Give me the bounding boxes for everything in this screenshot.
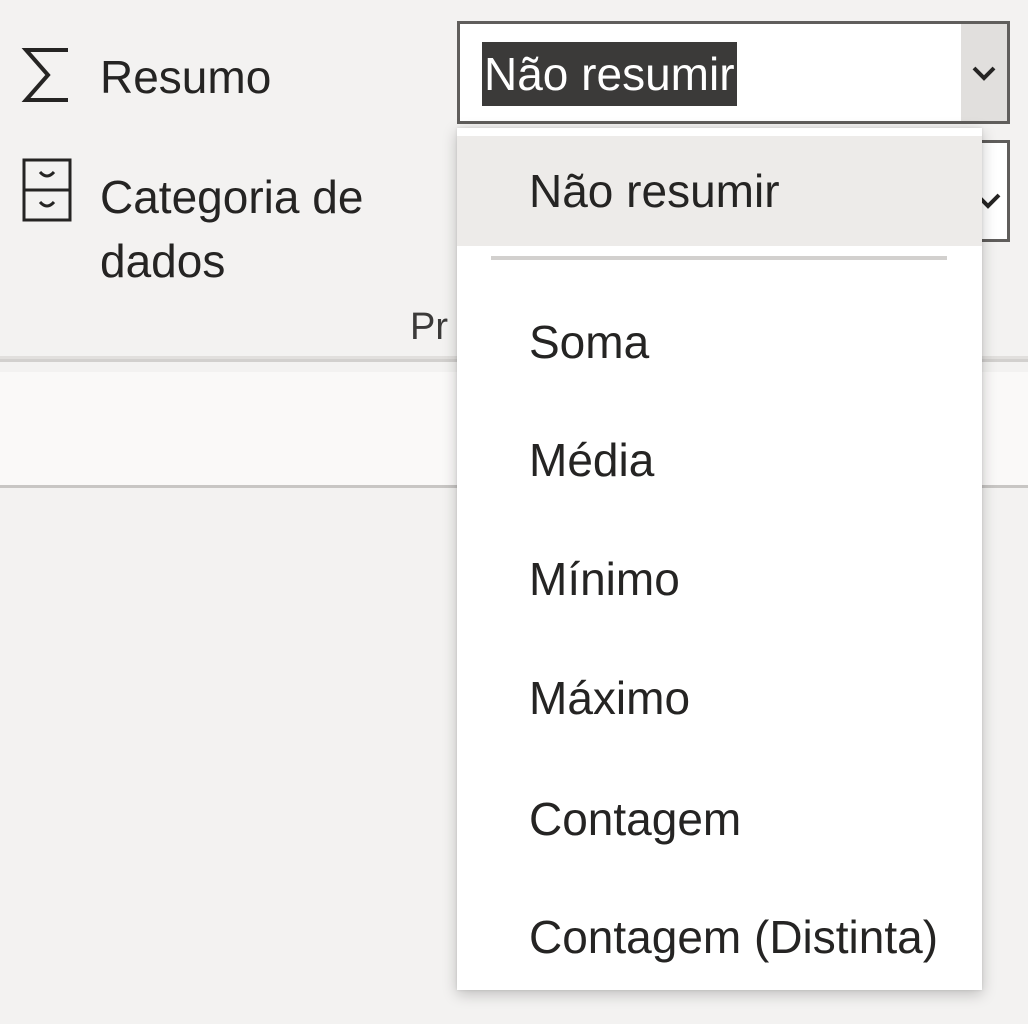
summarization-options-list: Não resumir Soma Média Mínimo Máximo Con… [457,128,982,990]
drawer-icon [22,158,72,222]
chevron-down-icon [972,66,996,81]
summarization-label: Resumo [100,51,272,103]
option-contagem-distinta[interactable]: Contagem (Distinta) [457,882,982,992]
properties-group-label: Pr [410,306,448,348]
option-maximo[interactable]: Máximo [457,643,982,753]
option-minimo[interactable]: Mínimo [457,524,982,634]
sigma-icon [21,48,68,102]
summarization-dropdown[interactable]: Não resumir [457,21,1010,124]
option-soma[interactable]: Soma [457,287,982,397]
option-nao-resumir[interactable]: Não resumir [457,136,982,246]
data-category-label-line2: dados [100,235,226,287]
option-contagem[interactable]: Contagem [457,764,982,874]
dropdown-chevron-button[interactable] [961,24,1007,121]
option-media[interactable]: Média [457,405,982,515]
summarization-value[interactable]: Não resumir [482,42,737,106]
data-category-label-line1: Categoria de [100,171,364,223]
dropdown-separator [491,256,947,260]
app-root: Resumo Não resumir Categoria de dados Pr [0,0,1028,1024]
